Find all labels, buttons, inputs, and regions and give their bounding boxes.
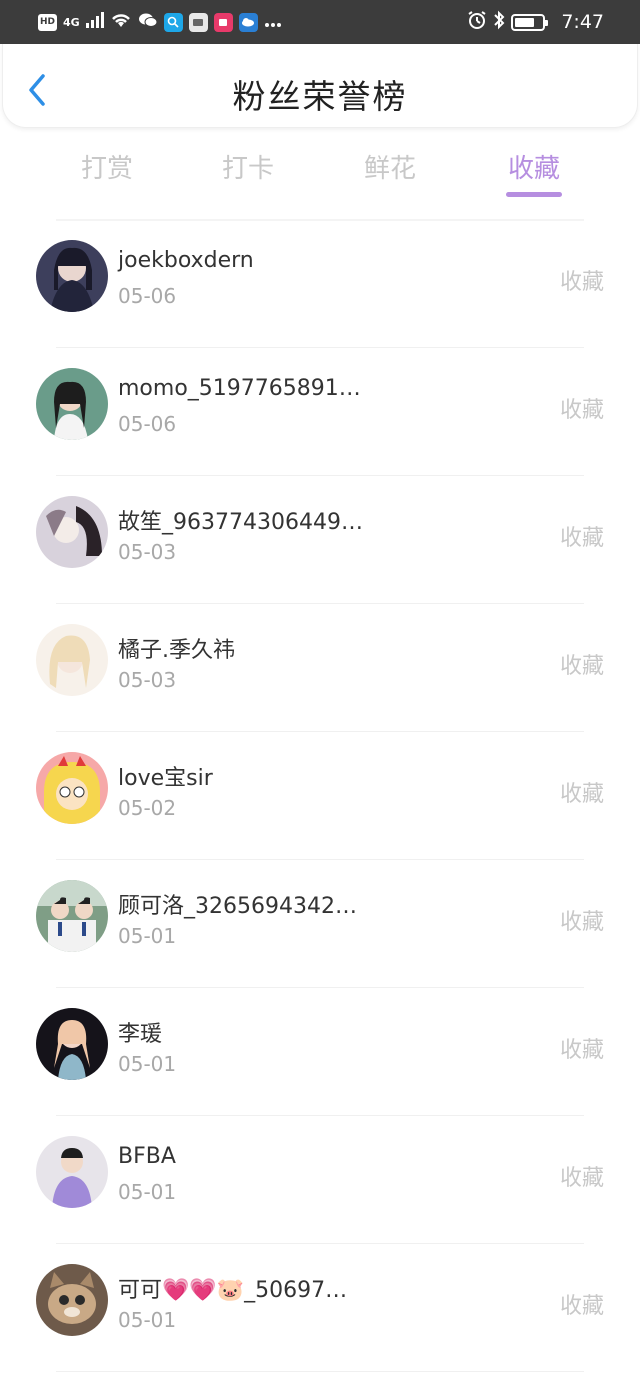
page-title: 粉丝荣誉榜 <box>232 77 408 116</box>
tab-bar: 打赏 打卡 鲜花 收藏 <box>0 140 640 204</box>
hd-icon: HD <box>38 13 58 31</box>
fan-date: 05-03 <box>118 668 177 692</box>
wifi-icon <box>110 12 132 32</box>
fans-list: joekboxdern 05-06 收藏 momo_5197765891… 05… <box>0 220 640 1372</box>
row-divider <box>56 1371 584 1372</box>
fan-name: 李瑗 <box>118 1022 163 1047</box>
alarm-icon <box>467 10 487 34</box>
status-bar-right: 7:47 <box>467 10 604 34</box>
list-item[interactable]: 李瑗 05-01 收藏 <box>0 988 640 1116</box>
fan-name: joekboxdern <box>118 248 254 273</box>
avatar[interactable] <box>36 368 108 440</box>
fan-name: 顾可洛_3265694342… <box>118 894 357 919</box>
weather-app-icon <box>238 12 258 32</box>
fan-date: 05-03 <box>118 540 177 564</box>
avatar[interactable] <box>36 1136 108 1208</box>
favorite-label: 收藏 <box>559 526 604 551</box>
tab-reward[interactable]: 打赏 <box>80 148 134 185</box>
fan-date: 05-02 <box>118 796 177 820</box>
favorite-label: 收藏 <box>559 1166 604 1191</box>
shopping-app-icon <box>213 12 233 32</box>
list-item[interactable]: 故笙_963774306449… 05-03 收藏 <box>0 476 640 604</box>
status-bar: HD 4G 7:47 <box>0 0 640 44</box>
status-bar-left: HD 4G <box>38 12 282 32</box>
huawei-app-icon <box>188 12 208 32</box>
favorite-label: 收藏 <box>559 270 604 295</box>
avatar[interactable] <box>36 752 108 824</box>
bluetooth-icon <box>493 10 505 34</box>
list-item[interactable]: 橘子.季久祎 05-03 收藏 <box>0 604 640 732</box>
wechat-icon <box>138 12 158 32</box>
list-item[interactable]: 可可💗💗🐷_50697… 05-01 收藏 <box>0 1244 640 1372</box>
list-item[interactable]: love宝sir 05-02 收藏 <box>0 732 640 860</box>
fan-name: BFBA <box>118 1144 176 1169</box>
favorite-label: 收藏 <box>559 1038 604 1063</box>
network-type: 4G <box>63 15 80 29</box>
tab-flowers[interactable]: 鲜花 <box>363 148 417 185</box>
favorite-label: 收藏 <box>559 910 604 935</box>
avatar[interactable] <box>36 624 108 696</box>
list-item[interactable]: 顾可洛_3265694342… 05-01 收藏 <box>0 860 640 988</box>
more-notifications-icon <box>264 13 282 32</box>
signal-icon <box>85 12 104 32</box>
fan-name: 橘子.季久祎 <box>118 638 235 663</box>
avatar[interactable] <box>36 880 108 952</box>
fan-date: 05-01 <box>118 1052 177 1076</box>
list-item[interactable]: momo_5197765891… 05-06 收藏 <box>0 348 640 476</box>
favorite-label: 收藏 <box>559 398 604 423</box>
list-item[interactable]: BFBA 05-01 收藏 <box>0 1116 640 1244</box>
clock: 7:47 <box>561 11 604 33</box>
fan-date: 05-06 <box>118 412 177 436</box>
header: 粉丝荣誉榜 <box>2 44 638 128</box>
battery-icon <box>511 13 549 31</box>
fan-date: 05-01 <box>118 924 177 948</box>
battery-fill <box>515 17 534 27</box>
fan-date: 05-06 <box>118 284 177 308</box>
tab-checkin[interactable]: 打卡 <box>221 148 275 185</box>
fan-name: 可可💗💗🐷_50697… <box>118 1278 348 1303</box>
tab-favorites[interactable]: 收藏 <box>506 148 562 185</box>
fan-date: 05-01 <box>118 1308 177 1332</box>
avatar[interactable] <box>36 1008 108 1080</box>
tab-active-indicator <box>506 192 562 197</box>
avatar[interactable] <box>36 240 108 312</box>
avatar[interactable] <box>36 496 108 568</box>
fan-name: 故笙_963774306449… <box>118 510 363 535</box>
fan-name: love宝sir <box>118 766 213 791</box>
fan-name: momo_5197765891… <box>118 376 361 401</box>
search-app-icon <box>163 12 183 32</box>
favorite-label: 收藏 <box>559 782 604 807</box>
avatar[interactable] <box>36 1264 108 1336</box>
fan-date: 05-01 <box>118 1180 177 1204</box>
favorite-label: 收藏 <box>559 654 604 679</box>
list-item[interactable]: joekboxdern 05-06 收藏 <box>0 220 640 348</box>
favorite-label: 收藏 <box>559 1294 604 1319</box>
